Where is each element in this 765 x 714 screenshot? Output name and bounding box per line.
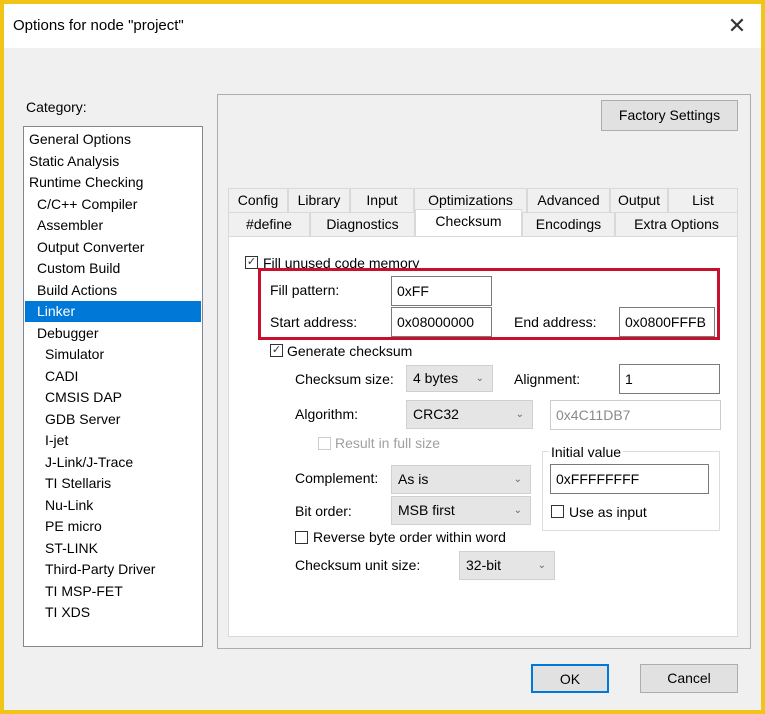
reverse-byte-order-checkbox[interactable] (295, 531, 308, 544)
chevron-down-icon: ⌄ (513, 505, 522, 516)
chevron-down-icon: ⌄ (537, 560, 546, 571)
category-item[interactable]: ST-LINK (25, 538, 201, 559)
complement-select[interactable]: As is ⌄ (391, 465, 531, 494)
algorithm-value: CRC32 (413, 406, 459, 422)
unit-size-value: 32-bit (466, 557, 502, 573)
category-item[interactable]: Runtime Checking (25, 172, 201, 193)
end-address-input[interactable]: 0x0800FFFB (619, 307, 715, 337)
generate-checksum-checkbox[interactable]: ✓ (270, 344, 283, 357)
title-bar: Options for node "project" ✕ (4, 4, 761, 48)
unit-size-label: Checksum unit size: (295, 557, 421, 573)
tab-checksum[interactable]: Checksum (415, 209, 522, 236)
tab-advanced[interactable]: Advanced (527, 188, 610, 212)
category-item[interactable]: J-Link/J-Trace (25, 452, 201, 473)
fill-pattern-label: Fill pattern: (270, 282, 340, 298)
chevron-down-icon: ⌄ (475, 373, 484, 384)
category-item[interactable]: Simulator (25, 344, 201, 365)
fill-pattern-input[interactable]: 0xFF (391, 276, 492, 306)
use-as-input-label: Use as input (569, 504, 647, 520)
initial-value-input[interactable]: 0xFFFFFFFF (550, 464, 709, 494)
category-item[interactable]: GDB Server (25, 409, 201, 430)
algorithm-select[interactable]: CRC32 ⌄ (406, 400, 533, 429)
category-item[interactable]: Output Converter (25, 237, 201, 258)
checksum-size-label: Checksum size: (295, 371, 394, 387)
alignment-label: Alignment: (514, 371, 581, 387)
category-item[interactable]: I-jet (25, 430, 201, 451)
cancel-button[interactable]: Cancel (640, 664, 738, 693)
bit-order-select[interactable]: MSB first ⌄ (391, 496, 531, 525)
ok-button[interactable]: OK (531, 664, 609, 693)
checksum-size-select[interactable]: 4 bytes ⌄ (406, 365, 493, 392)
category-item[interactable]: CADI (25, 366, 201, 387)
category-item[interactable]: Third-Party Driver (25, 559, 201, 580)
complement-label: Complement: (295, 470, 379, 486)
result-full-size-checkbox (318, 437, 331, 450)
tab-list[interactable]: List (668, 188, 738, 212)
dialog-title: Options for node "project" (13, 17, 184, 34)
result-full-size-label: Result in full size (335, 435, 441, 451)
bit-order-value: MSB first (398, 502, 455, 518)
fill-unused-checkbox[interactable]: ✓ (245, 256, 258, 269)
category-item[interactable]: TI XDS (25, 602, 201, 623)
tab-extraoptions[interactable]: Extra Options (615, 212, 738, 236)
chevron-down-icon: ⌄ (515, 409, 524, 420)
tab-output[interactable]: Output (610, 188, 668, 212)
unit-size-select[interactable]: 32-bit ⌄ (459, 551, 555, 580)
reverse-byte-order-label: Reverse byte order within word (313, 529, 506, 545)
alignment-input[interactable]: 1 (619, 364, 720, 394)
polynomial-input: 0x4C11DB7 (550, 400, 721, 430)
checksum-size-value: 4 bytes (413, 370, 459, 386)
category-item[interactable]: TI MSP-FET (25, 581, 201, 602)
complement-value: As is (398, 471, 429, 487)
initial-value-label: Initial value (549, 444, 624, 460)
chevron-down-icon: ⌄ (513, 474, 522, 485)
algorithm-label: Algorithm: (295, 406, 359, 422)
category-item[interactable]: PE micro (25, 516, 201, 537)
tab-input[interactable]: Input (350, 188, 414, 212)
category-item[interactable]: C/C++ Compiler (25, 194, 201, 215)
category-item[interactable]: TI Stellaris (25, 473, 201, 494)
tab-define[interactable]: #define (228, 212, 310, 236)
category-list[interactable]: General Options Static Analysis Runtime Ch… (23, 126, 203, 647)
category-item[interactable]: Nu-Link (25, 495, 201, 516)
category-item[interactable]: Custom Build (25, 258, 201, 279)
end-address-label: End address: (514, 314, 597, 330)
category-item[interactable]: General Options (25, 129, 201, 150)
category-item[interactable]: CMSIS DAP (25, 387, 201, 408)
category-label: Category: (26, 99, 87, 115)
tab-encodings[interactable]: Encodings (522, 212, 615, 236)
tab-library[interactable]: Library (288, 188, 350, 212)
category-item[interactable]: Static Analysis (25, 151, 201, 172)
close-icon[interactable]: ✕ (723, 12, 751, 40)
use-as-input-checkbox[interactable] (551, 505, 564, 518)
generate-checksum-label: Generate checksum (287, 343, 413, 359)
start-address-input[interactable]: 0x08000000 (391, 307, 492, 337)
bit-order-label: Bit order: (295, 503, 352, 519)
category-item[interactable]: Assembler (25, 215, 201, 236)
factory-settings-button[interactable]: Factory Settings (601, 100, 738, 131)
category-item[interactable]: Debugger (25, 323, 201, 344)
category-item[interactable]: Linker (25, 301, 201, 322)
tab-diagnostics[interactable]: Diagnostics (310, 212, 415, 236)
category-item[interactable]: Build Actions (25, 280, 201, 301)
start-address-label: Start address: (270, 314, 358, 330)
tab-config[interactable]: Config (228, 188, 288, 212)
